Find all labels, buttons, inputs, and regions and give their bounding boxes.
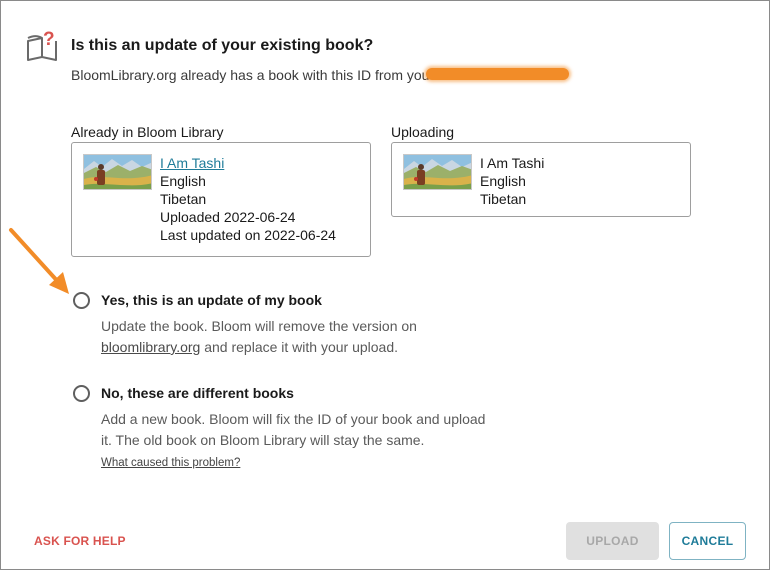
different-books-title[interactable]: No, these are different books — [101, 385, 294, 401]
book-thumbnail — [83, 154, 152, 190]
annotation-arrow-icon — [3, 223, 78, 298]
uploading-language-2: Tibetan — [480, 191, 527, 207]
update-desc-text: Update the book. Bloom will remove the v… — [101, 318, 417, 334]
update-option-description: Update the book. Bloom will remove the v… — [101, 316, 501, 358]
upload-button[interactable]: UPLOAD — [566, 522, 659, 560]
update-desc-text-2: and replace it with your upload. — [200, 339, 399, 355]
cancel-button[interactable]: CANCEL — [669, 522, 746, 560]
uploading-book-title: I Am Tashi — [480, 155, 545, 171]
existing-last-updated: Last updated on 2022-06-24 — [160, 227, 336, 243]
existing-heading: Already in Bloom Library — [71, 124, 224, 140]
dialog-title: Is this an update of your existing book? — [71, 37, 374, 54]
update-radio[interactable] — [73, 292, 90, 309]
different-books-radio[interactable] — [73, 385, 90, 402]
update-option-title[interactable]: Yes, this is an update of my book — [101, 292, 322, 308]
uploading-heading: Uploading — [391, 124, 455, 140]
what-caused-problem-link[interactable]: What caused this problem? — [101, 457, 240, 469]
existing-language-2: Tibetan — [160, 191, 207, 207]
different-books-description: Add a new book. Bloom will fix the ID of… — [101, 411, 486, 448]
dialog-subtitle: BloomLibrary.org already has a book with… — [71, 67, 430, 83]
existing-book-card: I Am Tashi English Tibetan Uploaded 2022… — [71, 142, 371, 257]
ask-for-help-button[interactable]: ASK FOR HELP — [34, 534, 126, 548]
uploading-book-card: I Am Tashi English Tibetan — [391, 142, 691, 217]
redaction-mark — [426, 68, 569, 80]
existing-book-title-link[interactable]: I Am Tashi — [160, 154, 336, 172]
update-book-dialog: ? Is this an update of your existing boo… — [0, 0, 770, 570]
book-question-icon: ? — [25, 27, 61, 63]
existing-language-1: English — [160, 173, 206, 189]
book-thumbnail — [403, 154, 472, 190]
uploading-language-1: English — [480, 173, 526, 189]
bloomlibrary-link[interactable]: bloomlibrary.org — [101, 339, 200, 355]
existing-uploaded-date: Uploaded 2022-06-24 — [160, 209, 296, 225]
svg-text:?: ? — [43, 29, 55, 50]
